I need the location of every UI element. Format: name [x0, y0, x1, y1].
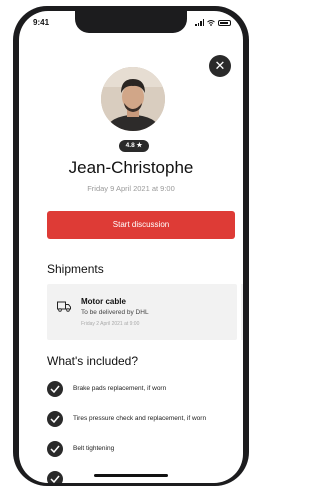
check-icon — [47, 441, 63, 457]
included-item-label: Tires pressure check and replacement, if… — [73, 415, 207, 422]
shipment-title: Motor cable — [81, 297, 126, 306]
avatar — [101, 67, 165, 131]
check-icon — [47, 381, 63, 397]
status-time: 9:41 — [33, 18, 50, 27]
wifi-icon — [207, 19, 215, 26]
list-item: Brake pads replacement, if worn — [47, 381, 237, 407]
shipment-card[interactable]: Motor cable To be delivered by DHL Frida… — [47, 284, 237, 340]
status-icons — [195, 19, 231, 26]
phone-frame: 9:41 ✕ 4.8 ★ Jean-Christophe Friday 9 Ap… — [13, 6, 249, 486]
profile-name: Jean-Christophe — [68, 158, 194, 177]
list-item — [47, 471, 237, 483]
app-screen: 9:41 ✕ 4.8 ★ Jean-Christophe Friday 9 Ap… — [19, 11, 243, 483]
shipment-subtitle: To be delivered by DHL — [81, 309, 149, 316]
profile-date: Friday 9 April 2021 at 9:00 — [87, 184, 175, 193]
list-item: Belt tightening — [47, 441, 237, 467]
signal-icon — [195, 19, 204, 26]
included-title: What's included? — [47, 354, 139, 368]
shipment-card-next-peek[interactable] — [241, 284, 243, 340]
shipment-date: Friday 2 April 2021 at 9:00 — [81, 321, 140, 327]
avatar-photo — [101, 67, 165, 131]
device-notch — [75, 11, 187, 33]
included-item-label: Brake pads replacement, if worn — [73, 385, 167, 392]
start-discussion-button[interactable]: Start discussion — [47, 211, 235, 239]
list-item: Tires pressure check and replacement, if… — [47, 411, 237, 437]
check-icon — [47, 471, 63, 483]
package-icon — [57, 301, 71, 312]
close-button[interactable]: ✕ — [209, 55, 231, 77]
check-icon — [47, 411, 63, 427]
battery-icon — [218, 19, 231, 26]
shipments-title: Shipments — [47, 262, 104, 276]
included-item-label: Belt tightening — [73, 445, 115, 452]
close-icon: ✕ — [214, 58, 226, 73]
included-list: Brake pads replacement, if worn Tires pr… — [47, 381, 237, 483]
rating-badge: 4.8 ★ — [119, 140, 149, 152]
home-indicator[interactable] — [94, 474, 168, 477]
